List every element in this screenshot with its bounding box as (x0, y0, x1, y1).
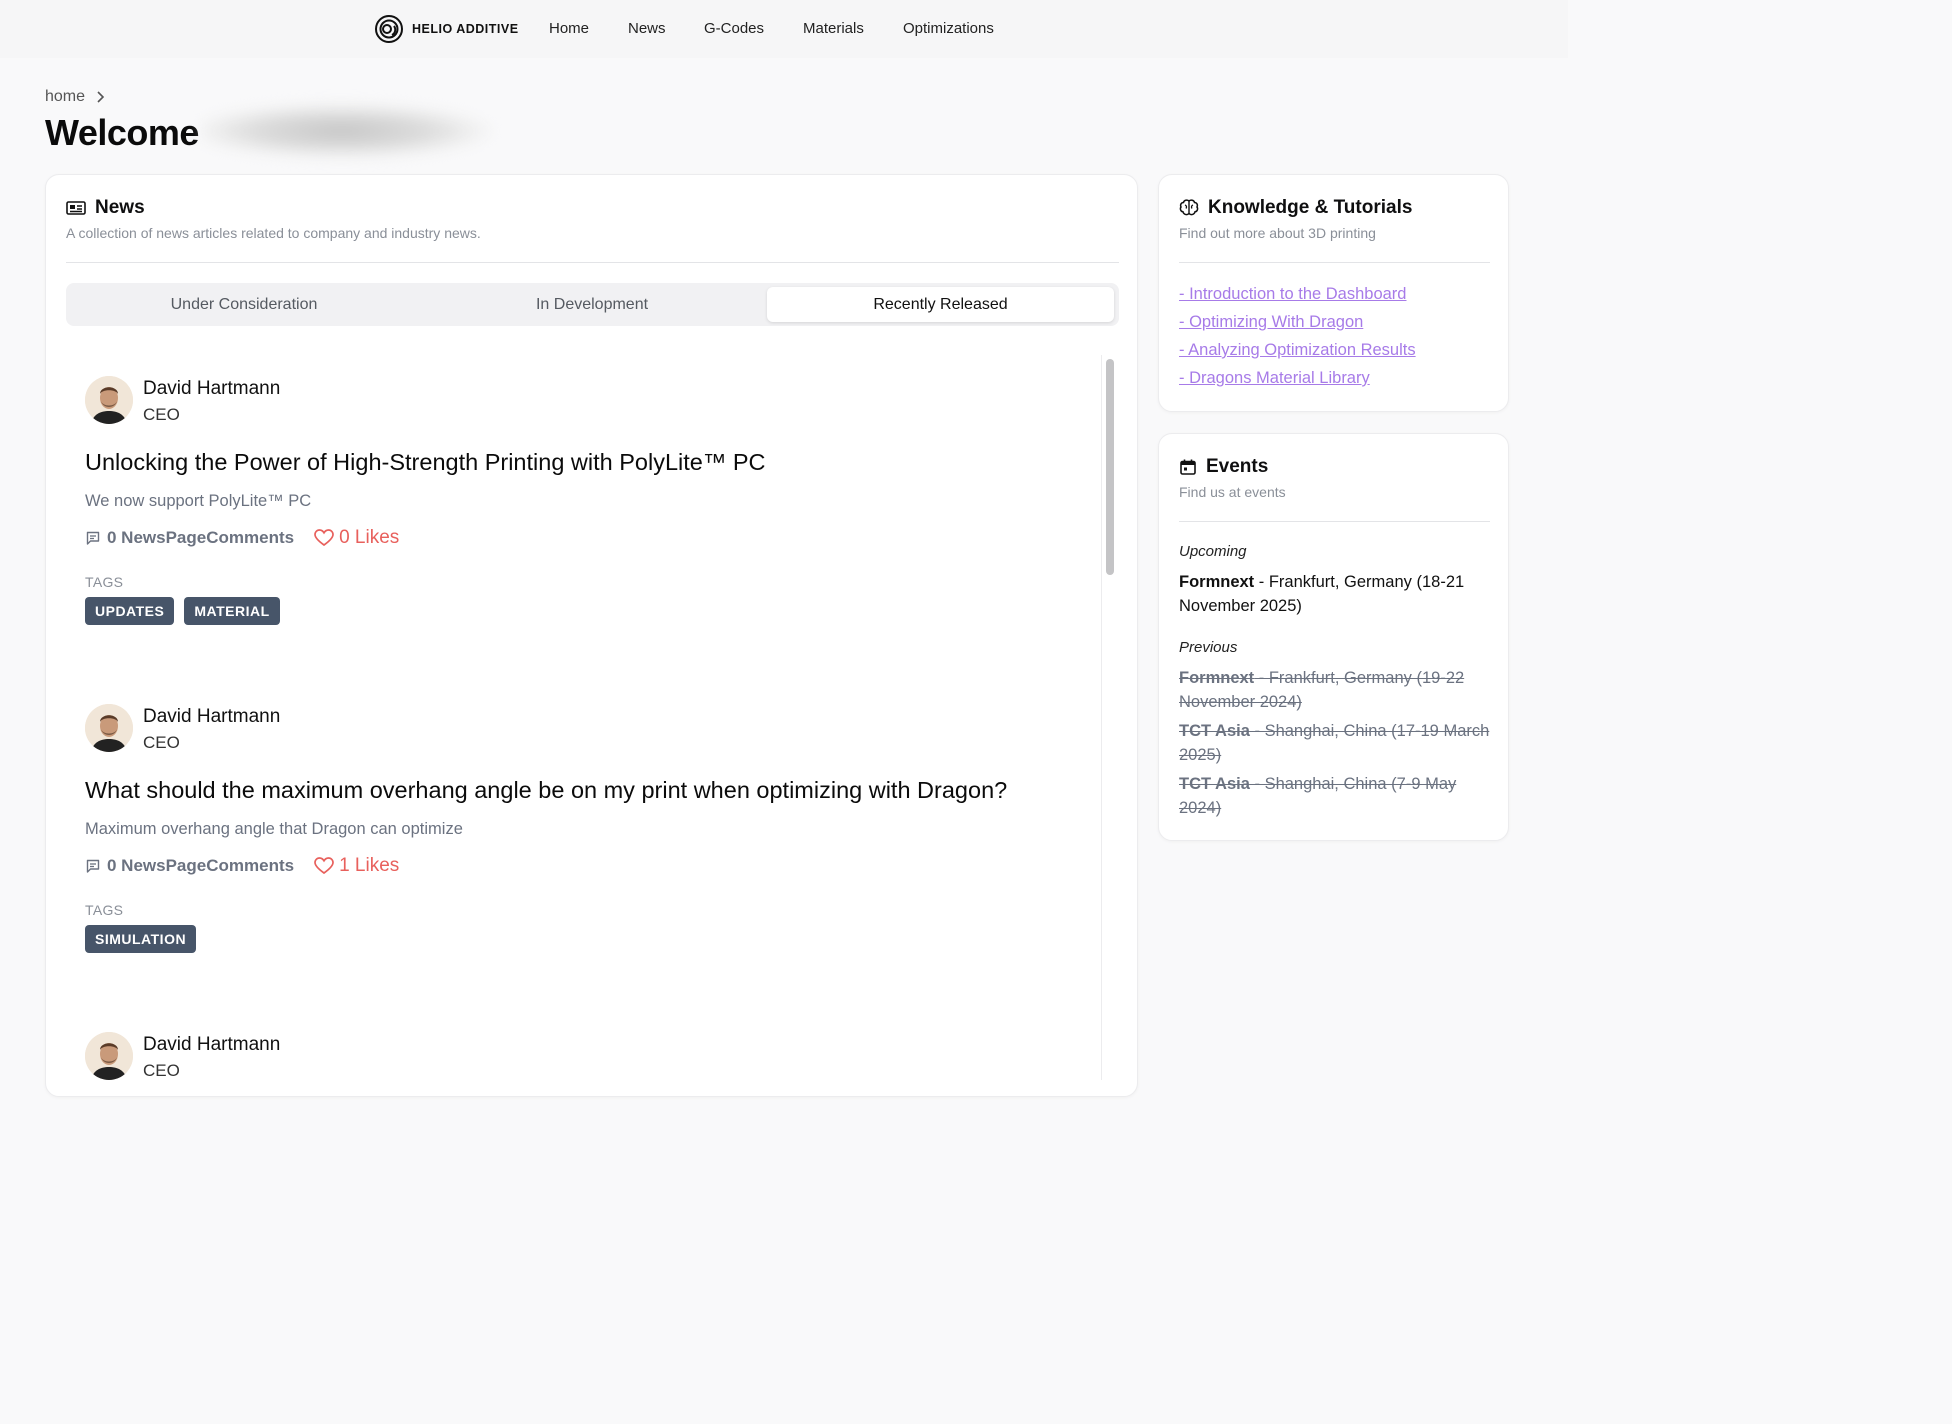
article-description: We now support PolyLite™ PC (85, 492, 312, 510)
upcoming-event: Formnext - Frankfurt, Germany (18-21 Nov… (1179, 570, 1494, 618)
avatar (85, 704, 133, 752)
news-article[interactable]: David Hartmann CEO Unlocking the Power o… (85, 376, 1085, 636)
events-subtitle: Find us at events (1179, 484, 1286, 500)
news-divider (66, 262, 1119, 263)
events-header: Events (1179, 456, 1268, 478)
like-button[interactable]: 0 Likes (314, 527, 399, 549)
tutorial-link[interactable]: - Dragons Material Library (1179, 369, 1416, 388)
news-header: News (66, 197, 145, 219)
previous-event: Formnext - Frankfurt, Germany (19-22 Nov… (1179, 666, 1494, 714)
news-subtitle: A collection of news articles related to… (66, 225, 481, 241)
comment-icon (86, 531, 100, 545)
comments-button[interactable]: 0 NewsPageComments (85, 528, 294, 548)
tags-label: TAGS (85, 902, 124, 918)
article-meta: 0 NewsPageComments 1 Likes (85, 855, 399, 877)
article-title[interactable]: What should the maximum overhang angle b… (85, 777, 1007, 804)
events-card: Events Find us at events Upcoming Formne… (1158, 433, 1509, 841)
tag-badge[interactable]: UPDATES (85, 597, 175, 625)
events-title: Events (1206, 456, 1269, 477)
comments-count: 0 NewsPageComments (107, 856, 295, 875)
avatar (85, 1032, 133, 1080)
knowledge-title: Knowledge & Tutorials (1208, 197, 1413, 218)
news-tabs: Under Consideration In Development Recen… (66, 283, 1119, 326)
nav-optimizations[interactable]: Optimizations (903, 20, 994, 37)
likes-count: 0 Likes (339, 527, 400, 548)
news-card: News A collection of news articles relat… (45, 174, 1138, 1097)
news-scrollbar-thumb[interactable] (1106, 359, 1114, 575)
author-row: David Hartmann CEO (85, 1032, 280, 1081)
tab-under-consideration[interactable]: Under Consideration (70, 287, 418, 322)
upcoming-label: Upcoming (1179, 543, 1247, 560)
author-name: David Hartmann (143, 1034, 281, 1055)
knowledge-header: Knowledge & Tutorials (1179, 197, 1412, 219)
author-name: David Hartmann (143, 706, 281, 727)
previous-event: TCT Asia - Shanghai, China (7-9 May 2024… (1179, 772, 1494, 820)
news-article[interactable]: David Hartmann CEO What should the maxim… (85, 704, 1085, 964)
comment-icon (86, 859, 100, 873)
tags-label: TAGS (85, 574, 124, 590)
chevron-right-icon (97, 91, 105, 103)
newspaper-icon (66, 201, 86, 215)
event-name: Formnext (1179, 573, 1255, 591)
tutorial-link[interactable]: - Analyzing Optimization Results (1179, 341, 1416, 360)
tab-in-development[interactable]: In Development (418, 287, 766, 322)
article-title[interactable]: Unlocking the Power of High-Strength Pri… (85, 449, 766, 476)
tag-list: SIMULATION (85, 925, 197, 953)
nav-news[interactable]: News (628, 20, 666, 37)
comments-button[interactable]: 0 NewsPageComments (85, 856, 294, 876)
knowledge-subtitle: Find out more about 3D printing (1179, 225, 1376, 241)
heart-icon (314, 857, 334, 875)
author-role: CEO (143, 405, 180, 424)
event-name: Formnext (1179, 669, 1255, 687)
nav-home[interactable]: Home (549, 20, 589, 37)
tutorial-link-list: - Introduction to the Dashboard - Optimi… (1179, 285, 1416, 388)
avatar (85, 376, 133, 424)
tutorial-link[interactable]: - Optimizing With Dragon (1179, 313, 1416, 332)
events-divider (1179, 521, 1490, 522)
author-role: CEO (143, 733, 180, 752)
event-name: TCT Asia (1179, 775, 1250, 793)
news-scrollbar[interactable] (1101, 355, 1115, 1080)
comments-count: 0 NewsPageComments (107, 528, 295, 547)
page-title: Welcome (45, 112, 199, 153)
author-row: David Hartmann CEO (85, 704, 280, 753)
event-name: TCT Asia (1179, 722, 1250, 740)
news-article[interactable]: David Hartmann CEO (85, 1032, 1085, 1092)
tag-list: UPDATES MATERIAL (85, 597, 280, 625)
redacted-username (202, 90, 512, 172)
heart-icon (314, 529, 334, 547)
knowledge-divider (1179, 262, 1490, 263)
article-description: Maximum overhang angle that Dragon can o… (85, 820, 463, 838)
author-name: David Hartmann (143, 378, 281, 399)
tutorial-link[interactable]: - Introduction to the Dashboard (1179, 285, 1416, 304)
knowledge-card: Knowledge & Tutorials Find out more abou… (1158, 174, 1509, 412)
author-role: CEO (143, 1061, 180, 1080)
helio-logo-icon (375, 15, 403, 43)
top-navbar: HELIO ADDITIVE Home News G-Codes Materia… (0, 0, 1568, 58)
nav-gcodes[interactable]: G-Codes (704, 20, 764, 37)
tab-recently-released[interactable]: Recently Released (767, 287, 1114, 322)
brand-logo-link[interactable]: HELIO ADDITIVE (374, 14, 519, 44)
brand-name: HELIO ADDITIVE (412, 22, 519, 36)
author-row: David Hartmann CEO (85, 376, 280, 425)
like-button[interactable]: 1 Likes (314, 855, 399, 877)
previous-label: Previous (1179, 639, 1238, 656)
nav-materials[interactable]: Materials (803, 20, 864, 37)
article-meta: 0 NewsPageComments 0 Likes (85, 527, 399, 549)
likes-count: 1 Likes (339, 855, 400, 876)
calendar-icon (1180, 459, 1196, 475)
breadcrumb-home[interactable]: home (45, 88, 85, 106)
breadcrumb: home (45, 88, 105, 106)
tag-badge[interactable]: MATERIAL (184, 597, 280, 625)
news-title: News (95, 197, 145, 218)
previous-event: TCT Asia - Shanghai, China (17-19 March … (1179, 719, 1494, 767)
brain-icon (1179, 199, 1199, 216)
tag-badge[interactable]: SIMULATION (85, 925, 197, 953)
